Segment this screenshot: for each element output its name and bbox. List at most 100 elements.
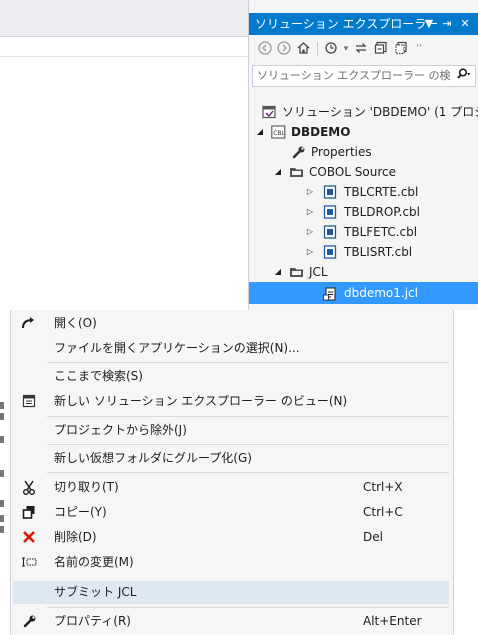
menu-item-exclude[interactable]: プロジェクトから除外(J) xyxy=(11,419,453,442)
menu-item-cut[interactable]: 切り取り(T) Ctrl+X xyxy=(11,476,453,499)
collapsed-arrow-icon[interactable]: ▷ xyxy=(305,242,315,262)
expanded-arrow-icon[interactable]: ◢ xyxy=(273,262,283,282)
search-placeholder: ソリューション エクスプローラー の検 xyxy=(257,69,451,82)
panel-title: ソリューション エクスプローラー xyxy=(255,17,439,31)
menu-item-label: 切り取り(T) xyxy=(54,480,119,494)
new-view-icon xyxy=(21,394,37,410)
solution-explorer-panel: ソリューション エクスプローラー ▼ ⇥ ✕ ▾ '' ソリューション エクスプ… xyxy=(249,0,478,310)
menu-item-label: 新しい仮想フォルダにグループ化(G) xyxy=(54,451,252,465)
menu-item-label: ファイルを開くアプリケーションの選択(N)... xyxy=(54,341,300,355)
solution-explorer-toolbar: ▾ '' xyxy=(249,35,478,63)
cobol-file-icon xyxy=(323,245,338,259)
wrench-icon xyxy=(21,614,37,630)
tree-node-label: JCL xyxy=(309,265,328,279)
menu-item-label: 新しい ソリューション エクスプローラー のビュー(N) xyxy=(54,394,348,408)
menu-item-group-virtual-folder[interactable]: 新しい仮想フォルダにグループ化(G) xyxy=(11,447,453,470)
dropdown-icon[interactable]: ▼ xyxy=(422,13,436,35)
menu-item-scope-to-this[interactable]: ここまで検索(S) xyxy=(11,365,453,388)
solution-explorer-search-input[interactable]: ソリューション エクスプローラー の検 xyxy=(252,65,476,87)
tree-node-label: TBLCRTE.cbl xyxy=(344,185,419,199)
divider xyxy=(0,56,248,57)
history-icon[interactable] xyxy=(323,41,339,57)
expanded-arrow-icon[interactable]: ◢ xyxy=(255,122,265,142)
tree-node-project[interactable]: ◢ CBL DBDEMO xyxy=(249,122,478,142)
pin-icon[interactable]: ⇥ xyxy=(440,13,454,35)
back-icon[interactable] xyxy=(257,41,273,57)
cobol-file-icon xyxy=(323,185,338,199)
menu-item-copy[interactable]: コピー(Y) Ctrl+C xyxy=(11,501,453,524)
collapsed-arrow-icon[interactable]: ▷ xyxy=(305,182,315,202)
forward-icon[interactable] xyxy=(276,41,292,57)
dropdown-arrow-icon[interactable]: ▾ xyxy=(338,41,354,57)
tree-node-label: TBLDROP.cbl xyxy=(344,205,421,219)
menu-separator xyxy=(47,607,449,608)
tree-node-file[interactable]: ▷ TBLISRT.cbl xyxy=(249,242,478,262)
menu-item-label: 名前の変更(M) xyxy=(54,555,134,569)
overflow-icon[interactable]: '' xyxy=(411,41,427,57)
menu-item-label: プロジェクトから除外(J) xyxy=(54,423,187,437)
folder-icon xyxy=(289,165,304,179)
tree-node-solution[interactable]: ソリューション 'DBDEMO' (1 プロジ xyxy=(249,102,478,122)
tree-node-file[interactable]: ▷ TBLDROP.cbl xyxy=(249,202,478,222)
delete-icon xyxy=(21,530,37,546)
menu-item-submit-jcl[interactable]: サブミット JCL xyxy=(13,581,449,604)
menu-item-open-with[interactable]: ファイルを開くアプリケーションの選択(N)... xyxy=(11,337,453,360)
open-icon xyxy=(21,316,37,332)
rename-icon xyxy=(21,555,37,571)
menu-item-label: 削除(D) xyxy=(54,530,97,544)
menu-item-label: ここまで検索(S) xyxy=(54,369,143,383)
cobol-file-icon xyxy=(323,205,338,219)
menu-item-new-view[interactable]: 新しい ソリューション エクスプローラー のビュー(N) xyxy=(11,390,453,413)
menu-separator xyxy=(47,362,449,363)
solution-explorer-titlebar: ソリューション エクスプローラー ▼ ⇥ ✕ xyxy=(249,13,478,35)
search-icon[interactable] xyxy=(455,66,471,86)
collapse-all-icon[interactable] xyxy=(373,41,389,57)
menu-separator xyxy=(47,472,449,473)
gutter-marker xyxy=(0,436,4,443)
gutter-marker xyxy=(0,500,4,507)
context-menu: 開く(O) ファイルを開くアプリケーションの選択(N)... ここまで検索(S)… xyxy=(10,310,454,635)
tree-node-file-selected[interactable]: dbdemo1.jcl xyxy=(249,282,478,304)
tree-node-label: ソリューション 'DBDEMO' (1 プロジ xyxy=(282,105,478,119)
gutter-marker xyxy=(0,526,4,533)
copy-icon xyxy=(21,505,37,521)
cobol-project-icon: CBL xyxy=(271,125,286,139)
gutter-marker xyxy=(0,413,4,420)
menu-item-label: 開く(O) xyxy=(54,316,97,330)
collapsed-arrow-icon[interactable]: ▷ xyxy=(305,202,315,222)
toolbar-separator xyxy=(317,42,318,56)
menu-item-open[interactable]: 開く(O) xyxy=(11,312,453,335)
gutter-marker xyxy=(0,402,4,409)
menu-separator xyxy=(47,416,449,417)
menu-item-delete[interactable]: 削除(D) Del xyxy=(11,526,453,549)
tree-node-label: TBLFETC.cbl xyxy=(344,225,418,239)
home-icon[interactable] xyxy=(295,41,311,57)
menu-item-rename[interactable]: 名前の変更(M) xyxy=(11,551,453,574)
tree-node-properties[interactable]: Properties xyxy=(249,142,478,162)
svg-text:CBL: CBL xyxy=(273,130,285,137)
menu-item-shortcut: Del xyxy=(363,530,383,544)
menu-item-shortcut: Ctrl+C xyxy=(363,505,403,519)
menu-item-label: サブミット JCL xyxy=(54,585,137,599)
editor-tab-strip xyxy=(0,0,248,36)
gutter-marker xyxy=(0,470,4,477)
expanded-arrow-icon[interactable]: ◢ xyxy=(273,162,283,182)
tree-node-label: TBLISRT.cbl xyxy=(344,245,413,259)
tree-node-file[interactable]: ▷ TBLFETC.cbl xyxy=(249,222,478,242)
cut-icon xyxy=(21,480,37,496)
close-icon[interactable]: ✕ xyxy=(458,13,472,35)
folder-icon xyxy=(289,265,304,279)
tree-node-label: Properties xyxy=(311,145,372,159)
collapsed-arrow-icon[interactable]: ▷ xyxy=(305,222,315,242)
tree-node-file[interactable]: ▷ TBLCRTE.cbl xyxy=(249,182,478,202)
tree-node-folder[interactable]: ◢ JCL xyxy=(249,262,478,282)
show-all-files-icon[interactable] xyxy=(393,41,409,57)
divider xyxy=(0,36,248,37)
sync-icon[interactable] xyxy=(353,41,369,57)
menu-separator xyxy=(47,444,449,445)
tree-node-label: DBDEMO xyxy=(291,125,351,139)
tree-node-label: dbdemo1.jcl xyxy=(344,286,418,300)
tree-node-folder[interactable]: ◢ COBOL Source xyxy=(249,162,478,182)
menu-item-properties[interactable]: プロパティ(R) Alt+Enter xyxy=(11,610,453,633)
gutter-marker xyxy=(0,515,4,522)
